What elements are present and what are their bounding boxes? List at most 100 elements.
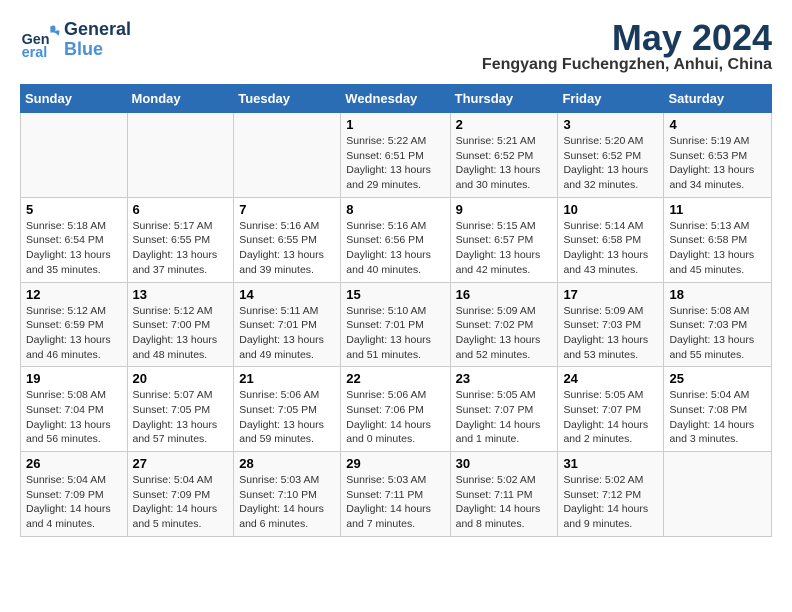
calendar-cell: 20Sunrise: 5:07 AM Sunset: 7:05 PM Dayli… — [127, 367, 234, 452]
calendar-week-row: 12 Sunrise: 5:12 AM Sunset: 6:59 PM Dayli… — [21, 282, 772, 367]
day-number: 14 — [239, 287, 335, 302]
day-info: Sunrise: 5:17 AM Sunset: 6:55 PM Dayligh… — [133, 219, 229, 278]
calendar-cell: 2Sunrise: 5:21 AM Sunset: 6:52 PM Daylig… — [450, 113, 558, 198]
weekday-header: Wednesday — [341, 85, 450, 113]
calendar-cell: 14 Sunrise: 5:11 AM Sunset: 7:01 PM Dayli… — [234, 282, 341, 367]
calendar-cell: 6 Sunrise: 5:17 AM Sunset: 6:55 PM Daylig… — [127, 197, 234, 282]
day-number: 12 — [26, 287, 122, 302]
day-info: Sunrise: 5:04 AM Sunset: 7:09 PM Dayligh… — [26, 473, 122, 532]
logo: Gen eral General Blue — [20, 20, 131, 60]
calendar-cell: 11 Sunrise: 5:13 AM Sunset: 6:58 PM Dayli… — [664, 197, 772, 282]
day-info: Sunrise: 5:15 AM Sunset: 6:57 PM Dayligh… — [456, 219, 553, 278]
day-info: Sunrise: 5:20 AM Sunset: 6:52 PM Dayligh… — [563, 134, 658, 193]
calendar-week-row: 26 Sunrise: 5:04 AM Sunset: 7:09 PM Dayli… — [21, 452, 772, 537]
calendar-cell: 12 Sunrise: 5:12 AM Sunset: 6:59 PM Dayli… — [21, 282, 128, 367]
calendar-cell: 15 Sunrise: 5:10 AM Sunset: 7:01 PM Dayli… — [341, 282, 450, 367]
day-info: Sunrise: 5:09 AM Sunset: 7:03 PM Dayligh… — [563, 304, 658, 363]
page-header: Gen eral General Blue May 2024 Fengyang … — [20, 20, 772, 74]
svg-text:eral: eral — [22, 45, 48, 60]
day-info: Sunrise: 5:12 AM Sunset: 6:59 PM Dayligh… — [26, 304, 122, 363]
day-number: 13 — [133, 287, 229, 302]
day-info: Sunrise: 5:04 AM Sunset: 7:08 PM Dayligh… — [669, 388, 766, 447]
day-info: Sunrise: 5:14 AM Sunset: 6:58 PM Dayligh… — [563, 219, 658, 278]
calendar-cell: 28 Sunrise: 5:03 AM Sunset: 7:10 PM Dayli… — [234, 452, 341, 537]
day-info: Sunrise: 5:09 AM Sunset: 7:02 PM Dayligh… — [456, 304, 553, 363]
logo-general-text: General — [64, 20, 131, 40]
calendar-cell: 8Sunrise: 5:16 AM Sunset: 6:56 PM Daylig… — [341, 197, 450, 282]
day-info: Sunrise: 5:02 AM Sunset: 7:12 PM Dayligh… — [563, 473, 658, 532]
day-info: Sunrise: 5:13 AM Sunset: 6:58 PM Dayligh… — [669, 219, 766, 278]
day-number: 25 — [669, 371, 766, 386]
day-info: Sunrise: 5:08 AM Sunset: 7:04 PM Dayligh… — [26, 388, 122, 447]
day-info: Sunrise: 5:03 AM Sunset: 7:11 PM Dayligh… — [346, 473, 444, 532]
calendar-week-row: 5Sunrise: 5:18 AM Sunset: 6:54 PM Daylig… — [21, 197, 772, 282]
title-block: May 2024 Fengyang Fuchengzhen, Anhui, Ch… — [482, 20, 772, 74]
day-number: 29 — [346, 456, 444, 471]
calendar-cell: 19 Sunrise: 5:08 AM Sunset: 7:04 PM Dayli… — [21, 367, 128, 452]
calendar-cell: 18 Sunrise: 5:08 AM Sunset: 7:03 PM Dayli… — [664, 282, 772, 367]
calendar-cell: 31Sunrise: 5:02 AM Sunset: 7:12 PM Dayli… — [558, 452, 664, 537]
day-info: Sunrise: 5:10 AM Sunset: 7:01 PM Dayligh… — [346, 304, 444, 363]
day-info: Sunrise: 5:11 AM Sunset: 7:01 PM Dayligh… — [239, 304, 335, 363]
day-number: 28 — [239, 456, 335, 471]
calendar-cell: 23 Sunrise: 5:05 AM Sunset: 7:07 PM Dayli… — [450, 367, 558, 452]
day-info: Sunrise: 5:06 AM Sunset: 7:05 PM Dayligh… — [239, 388, 335, 447]
day-info: Sunrise: 5:12 AM Sunset: 7:00 PM Dayligh… — [133, 304, 229, 363]
day-info: Sunrise: 5:04 AM Sunset: 7:09 PM Dayligh… — [133, 473, 229, 532]
day-number: 21 — [239, 371, 335, 386]
calendar-cell: 10Sunrise: 5:14 AM Sunset: 6:58 PM Dayli… — [558, 197, 664, 282]
day-number: 30 — [456, 456, 553, 471]
weekday-header: Sunday — [21, 85, 128, 113]
calendar-cell — [664, 452, 772, 537]
calendar-cell: 22Sunrise: 5:06 AM Sunset: 7:06 PM Dayli… — [341, 367, 450, 452]
day-number: 9 — [456, 202, 553, 217]
calendar-cell: 7 Sunrise: 5:16 AM Sunset: 6:55 PM Daylig… — [234, 197, 341, 282]
calendar-cell: 3 Sunrise: 5:20 AM Sunset: 6:52 PM Daylig… — [558, 113, 664, 198]
day-number: 15 — [346, 287, 444, 302]
day-number: 20 — [133, 371, 229, 386]
calendar-cell: 26 Sunrise: 5:04 AM Sunset: 7:09 PM Dayli… — [21, 452, 128, 537]
day-info: Sunrise: 5:16 AM Sunset: 6:55 PM Dayligh… — [239, 219, 335, 278]
day-number: 1 — [346, 117, 444, 132]
day-number: 7 — [239, 202, 335, 217]
weekday-header: Friday — [558, 85, 664, 113]
day-info: Sunrise: 5:21 AM Sunset: 6:52 PM Dayligh… — [456, 134, 553, 193]
weekday-row: SundayMondayTuesdayWednesdayThursdayFrid… — [21, 85, 772, 113]
day-number: 22 — [346, 371, 444, 386]
calendar-table: SundayMondayTuesdayWednesdayThursdayFrid… — [20, 84, 772, 537]
day-info: Sunrise: 5:03 AM Sunset: 7:10 PM Dayligh… — [239, 473, 335, 532]
day-number: 6 — [133, 202, 229, 217]
day-info: Sunrise: 5:05 AM Sunset: 7:07 PM Dayligh… — [563, 388, 658, 447]
day-info: Sunrise: 5:05 AM Sunset: 7:07 PM Dayligh… — [456, 388, 553, 447]
location-subtitle: Fengyang Fuchengzhen, Anhui, China — [482, 56, 772, 74]
calendar-cell: 27 Sunrise: 5:04 AM Sunset: 7:09 PM Dayli… — [127, 452, 234, 537]
calendar-header: SundayMondayTuesdayWednesdayThursdayFrid… — [21, 85, 772, 113]
day-number: 16 — [456, 287, 553, 302]
calendar-cell: 4Sunrise: 5:19 AM Sunset: 6:53 PM Daylig… — [664, 113, 772, 198]
day-number: 18 — [669, 287, 766, 302]
calendar-cell: 17 Sunrise: 5:09 AM Sunset: 7:03 PM Dayli… — [558, 282, 664, 367]
month-title: May 2024 — [482, 20, 772, 56]
day-info: Sunrise: 5:02 AM Sunset: 7:11 PM Dayligh… — [456, 473, 553, 532]
calendar-cell: 30 Sunrise: 5:02 AM Sunset: 7:11 PM Dayli… — [450, 452, 558, 537]
day-number: 19 — [26, 371, 122, 386]
day-number: 3 — [563, 117, 658, 132]
calendar-week-row: 1Sunrise: 5:22 AM Sunset: 6:51 PM Daylig… — [21, 113, 772, 198]
calendar-cell: 21 Sunrise: 5:06 AM Sunset: 7:05 PM Dayli… — [234, 367, 341, 452]
calendar-week-row: 19 Sunrise: 5:08 AM Sunset: 7:04 PM Dayli… — [21, 367, 772, 452]
day-number: 23 — [456, 371, 553, 386]
weekday-header: Saturday — [664, 85, 772, 113]
logo-text: General Blue — [64, 20, 131, 60]
calendar-body: 1Sunrise: 5:22 AM Sunset: 6:51 PM Daylig… — [21, 113, 772, 537]
calendar-cell — [21, 113, 128, 198]
calendar-cell — [234, 113, 341, 198]
day-number: 24 — [563, 371, 658, 386]
day-number: 17 — [563, 287, 658, 302]
calendar-cell: 5Sunrise: 5:18 AM Sunset: 6:54 PM Daylig… — [21, 197, 128, 282]
day-info: Sunrise: 5:08 AM Sunset: 7:03 PM Dayligh… — [669, 304, 766, 363]
day-info: Sunrise: 5:19 AM Sunset: 6:53 PM Dayligh… — [669, 134, 766, 193]
day-number: 26 — [26, 456, 122, 471]
day-number: 11 — [669, 202, 766, 217]
day-number: 27 — [133, 456, 229, 471]
day-info: Sunrise: 5:18 AM Sunset: 6:54 PM Dayligh… — [26, 219, 122, 278]
